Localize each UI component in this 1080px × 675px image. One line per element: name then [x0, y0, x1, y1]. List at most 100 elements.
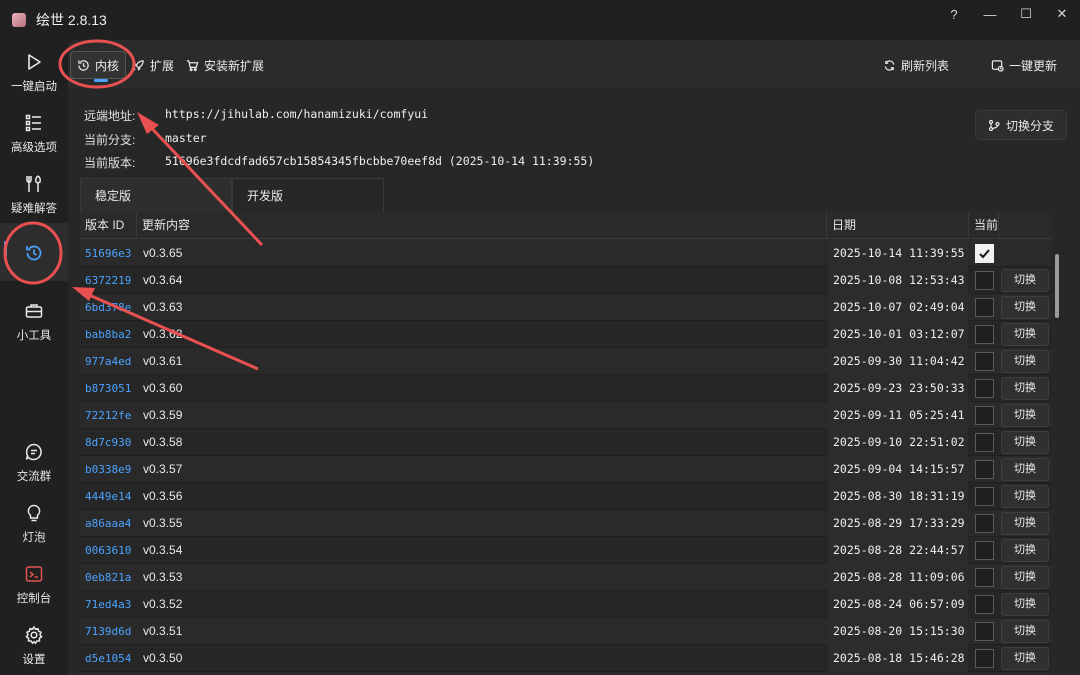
close-button[interactable]: ✕ [1044, 0, 1080, 28]
sidebar-item-label: 高级选项 [11, 142, 57, 154]
current-checkbox[interactable] [974, 433, 994, 452]
current-checkbox[interactable] [974, 352, 994, 371]
sidebar-item-advanced[interactable]: 高级选项 [0, 107, 68, 163]
version-id-link[interactable]: 0eb821a [80, 564, 137, 591]
column-header-action [999, 212, 1052, 239]
switch-version-button[interactable]: 切换 [1001, 485, 1049, 508]
sidebar-item-console[interactable]: 控制台 [0, 558, 68, 614]
update-icon [991, 59, 1004, 72]
current-checkbox[interactable] [974, 514, 994, 533]
switch-version-button[interactable]: 切换 [1001, 512, 1049, 535]
switch-version-button[interactable]: 切换 [1001, 647, 1049, 670]
table-row[interactable]: 977a4ed v0.3.61 2025-09-30 11:04:42 切换 [80, 348, 1052, 375]
table-row[interactable]: bab8ba2 v0.3.62 2025-10-01 03:12:07 切换 [80, 321, 1052, 348]
version-id-link[interactable]: a86aaa4 [80, 510, 137, 537]
refresh-list-button[interactable]: 刷新列表 [877, 51, 955, 79]
switch-branch-button[interactable]: 切换分支 [975, 110, 1067, 140]
switch-version-button[interactable]: 切换 [1001, 431, 1049, 454]
tab-kernel[interactable]: 内核 [70, 51, 127, 79]
version-id-link[interactable]: 6372219 [80, 267, 137, 294]
current-checkbox[interactable] [974, 325, 994, 344]
current-checkbox[interactable] [974, 298, 994, 317]
version-id-link[interactable]: 0063610 [80, 537, 137, 564]
sidebar-item-version[interactable] [0, 223, 68, 281]
current-checkbox[interactable] [974, 568, 994, 587]
sidebar-item-launch[interactable]: 一键启动 [0, 46, 68, 102]
tab-dev[interactable]: 开发版 [232, 178, 384, 212]
current-checkbox[interactable] [974, 406, 994, 425]
table-row[interactable]: 0063610 v0.3.54 2025-08-28 22:44:57 切换 [80, 537, 1052, 564]
version-id-link[interactable]: bab8ba2 [80, 321, 137, 348]
table-row[interactable]: b0338e9 v0.3.57 2025-09-04 14:15:57 切换 [80, 456, 1052, 483]
version-id-link[interactable]: 4449e14 [80, 483, 137, 510]
branch-icon [988, 119, 1000, 131]
switch-version-button[interactable]: 切换 [1001, 296, 1049, 319]
current-checkbox[interactable] [974, 379, 994, 398]
current-checkbox[interactable] [974, 487, 994, 506]
table-scrollbar[interactable] [1055, 254, 1059, 318]
tab-install-extension[interactable]: 安装新扩展 [180, 51, 270, 79]
active-indicator [4, 241, 7, 257]
table-row[interactable]: 4449e14 v0.3.56 2025-08-30 18:31:19 切换 [80, 483, 1052, 510]
current-checkbox[interactable] [974, 271, 994, 290]
current-checkbox[interactable] [974, 460, 994, 479]
switch-version-button[interactable]: 切换 [1001, 404, 1049, 427]
table-row[interactable]: 6bd378e v0.3.63 2025-10-07 02:49:04 切换 [80, 294, 1052, 321]
switch-version-button[interactable]: 切换 [1001, 350, 1049, 373]
version-table: 版本 ID 更新内容 日期 当前 51696e3 v0.3.65 2025-10-1… [80, 212, 1052, 675]
switch-version-button[interactable]: 切换 [1001, 593, 1049, 616]
action-cell: 切换 [1000, 321, 1050, 348]
version-id-link[interactable]: b873051 [80, 375, 137, 402]
table-row[interactable]: 0eb821a v0.3.53 2025-08-28 11:09:06 切换 [80, 564, 1052, 591]
sidebar-item-tools[interactable]: 小工具 [0, 295, 68, 351]
table-row[interactable]: 6372219 v0.3.64 2025-10-08 12:53:43 切换 [80, 267, 1052, 294]
switch-version-button[interactable]: 切换 [1001, 539, 1049, 562]
version-id-link[interactable]: 977a4ed [80, 348, 137, 375]
version-id-link[interactable]: 51696e3 [80, 240, 137, 267]
current-checkbox[interactable] [974, 622, 994, 641]
version-id-link[interactable]: 71ed4a3 [80, 591, 137, 618]
column-header-content[interactable]: 更新内容 [137, 212, 827, 239]
version-id-link[interactable]: 72212fe [80, 402, 137, 429]
switch-version-button[interactable]: 切换 [1001, 269, 1049, 292]
one-click-update-button[interactable]: 一键更新 [985, 51, 1063, 79]
column-header-current[interactable]: 当前 [969, 212, 999, 239]
table-row[interactable]: 7139d6d v0.3.51 2025-08-20 15:15:30 切换 [80, 618, 1052, 645]
table-row[interactable]: 8d7c930 v0.3.58 2025-09-10 22:51:02 切换 [80, 429, 1052, 456]
version-id-link[interactable]: 8d7c930 [80, 429, 137, 456]
current-checkbox[interactable] [974, 649, 994, 668]
version-id-link[interactable]: 6bd378e [80, 294, 137, 321]
sidebar-item-lightbulb[interactable]: 灯泡 [0, 497, 68, 553]
help-button[interactable]: ? [936, 0, 972, 28]
remote-address-row: 远端地址: https://jihulab.com/hanamizuki/com… [84, 107, 428, 124]
table-row[interactable]: a86aaa4 v0.3.55 2025-08-29 17:33:29 切换 [80, 510, 1052, 537]
tab-stable[interactable]: 稳定版 [80, 178, 232, 212]
sidebar-item-community[interactable]: 交流群 [0, 436, 68, 492]
column-header-id[interactable]: 版本 ID [80, 212, 137, 239]
switch-version-button[interactable]: 切换 [1001, 323, 1049, 346]
sidebar-item-troubleshoot[interactable]: 疑难解答 [0, 168, 68, 224]
current-cell [970, 456, 998, 483]
table-row[interactable]: 71ed4a3 v0.3.52 2025-08-24 06:57:09 切换 [80, 591, 1052, 618]
table-row[interactable]: 72212fe v0.3.59 2025-09-11 05:25:41 切换 [80, 402, 1052, 429]
current-checkbox[interactable] [974, 244, 994, 263]
version-id-link[interactable]: d5e1054 [80, 645, 137, 672]
version-id-link[interactable]: 7139d6d [80, 618, 137, 645]
current-checkbox[interactable] [974, 595, 994, 614]
current-cell [970, 267, 998, 294]
switch-version-button[interactable]: 切换 [1001, 566, 1049, 589]
current-branch-label: 当前分支: [84, 133, 136, 147]
switch-version-button[interactable]: 切换 [1001, 620, 1049, 643]
current-checkbox[interactable] [974, 541, 994, 560]
tab-extensions[interactable]: 扩展 [126, 51, 180, 79]
table-row[interactable]: 51696e3 v0.3.65 2025-10-14 11:39:55 [80, 240, 1052, 267]
table-row[interactable]: d5e1054 v0.3.50 2025-08-18 15:46:28 切换 [80, 645, 1052, 672]
column-header-date[interactable]: 日期 [827, 212, 969, 239]
version-id-link[interactable]: b0338e9 [80, 456, 137, 483]
minimize-button[interactable]: — [972, 0, 1008, 28]
maximize-button[interactable]: ☐ [1008, 0, 1044, 28]
sidebar-item-settings[interactable]: 设置 [0, 619, 68, 675]
switch-version-button[interactable]: 切换 [1001, 377, 1049, 400]
table-row[interactable]: b873051 v0.3.60 2025-09-23 23:50:33 切换 [80, 375, 1052, 402]
switch-version-button[interactable]: 切换 [1001, 458, 1049, 481]
